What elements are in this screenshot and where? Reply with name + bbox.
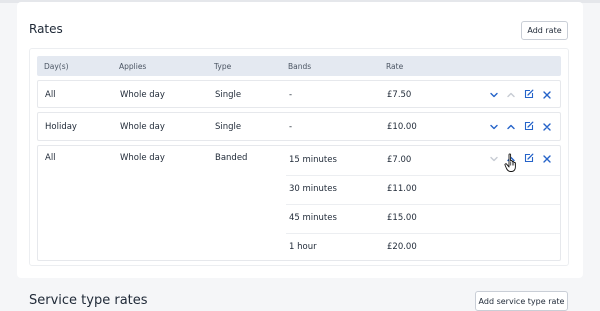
close-icon[interactable] xyxy=(542,154,552,164)
cell-type: Single xyxy=(215,90,242,100)
table-row: All Whole day Single - £7.50 xyxy=(37,80,561,108)
cell-days: All xyxy=(45,153,56,163)
cell-band: 1 hour xyxy=(289,242,317,252)
edit-icon[interactable] xyxy=(524,89,534,99)
cell-rate: £10.00 xyxy=(387,122,417,132)
cell-type: Single xyxy=(215,122,242,132)
service-type-rates-title: Service type rates xyxy=(29,293,148,308)
cell-rate: £20.00 xyxy=(387,242,417,252)
rates-title: Rates xyxy=(29,22,63,36)
band-divider xyxy=(286,204,560,205)
cell-band: - xyxy=(289,90,293,100)
add-rate-button[interactable]: Add rate xyxy=(521,21,568,40)
table-row: Holiday Whole day Single - £10.00 xyxy=(37,112,561,141)
table-header: Day(s) Applies Type Bands Rate xyxy=(37,56,561,76)
cell-applies: Whole day xyxy=(120,153,165,163)
band-divider xyxy=(286,175,560,176)
chevron-up-icon[interactable] xyxy=(506,122,516,132)
cell-applies: Whole day xyxy=(120,122,165,132)
edit-icon[interactable] xyxy=(524,153,534,163)
cell-days: Holiday xyxy=(45,122,77,132)
band-divider xyxy=(286,233,560,234)
chevron-down-icon[interactable] xyxy=(489,122,499,132)
rates-table: Day(s) Applies Type Bands Rate All Whole… xyxy=(29,48,569,266)
hand-pointer-icon xyxy=(504,153,516,172)
table-row: All Whole day Banded 15 minutes £7.00 30… xyxy=(37,145,561,261)
cell-band: 30 minutes xyxy=(289,184,337,194)
cell-days: All xyxy=(45,90,56,100)
column-header-applies: Applies xyxy=(119,62,147,71)
column-header-type: Type xyxy=(214,62,232,71)
cell-band: 15 minutes xyxy=(289,155,337,165)
chevron-down-icon[interactable] xyxy=(489,154,499,164)
close-icon[interactable] xyxy=(542,90,552,100)
column-header-bands: Bands xyxy=(288,62,312,71)
chevron-down-icon[interactable] xyxy=(489,90,499,100)
cell-type: Banded xyxy=(215,153,248,163)
cell-rate: £7.00 xyxy=(387,155,412,165)
add-service-type-rate-button[interactable]: Add service type rate xyxy=(475,291,568,311)
edit-icon[interactable] xyxy=(524,121,534,131)
cell-applies: Whole day xyxy=(120,90,165,100)
cell-rate: £11.00 xyxy=(387,184,417,194)
column-header-days: Day(s) xyxy=(44,62,69,71)
column-header-rate: Rate xyxy=(386,62,404,71)
rates-card: Rates Add rate Day(s) Applies Type Bands… xyxy=(17,2,583,278)
cell-rate: £15.00 xyxy=(387,213,417,223)
chevron-up-icon[interactable] xyxy=(506,90,516,100)
close-icon[interactable] xyxy=(542,122,552,132)
cell-band: 45 minutes xyxy=(289,213,337,223)
cell-rate: £7.50 xyxy=(387,90,412,100)
cell-band: - xyxy=(289,122,293,132)
